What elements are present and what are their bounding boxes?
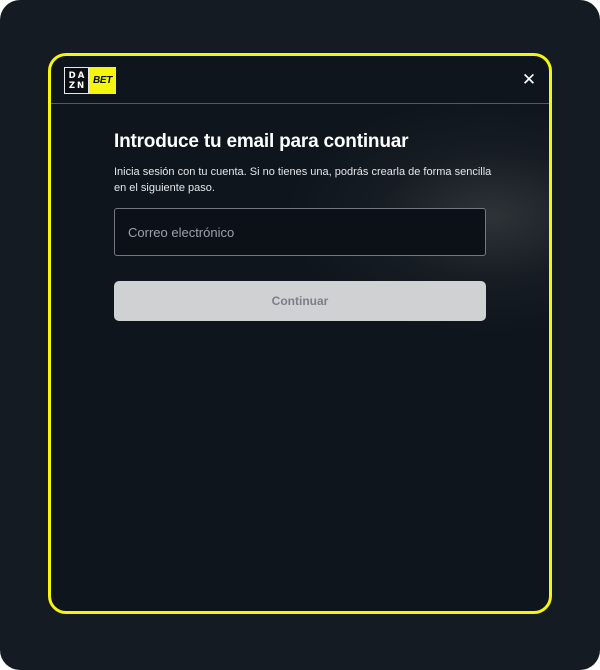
modal-header: DA ZN BET ✕ [51, 56, 549, 104]
continue-button[interactable]: Continuar [114, 281, 486, 321]
email-field[interactable] [114, 208, 486, 256]
dazn-logo: DA ZN [64, 67, 89, 94]
page-subtitle: Inicia sesión con tu cuenta. Si no tiene… [114, 166, 492, 194]
close-icon[interactable]: ✕ [519, 70, 539, 90]
login-modal: DA ZN BET ✕ Introduce tu email para cont… [48, 53, 552, 614]
dazn-logo-line1: DA [68, 70, 87, 81]
dazn-logo-line2: ZN [68, 80, 87, 91]
page-title: Introduce tu email para continuar [114, 131, 409, 152]
page-background: DA ZN BET ✕ Introduce tu email para cont… [0, 0, 600, 670]
bet-logo: BET [89, 67, 116, 94]
dazn-bet-logo: DA ZN BET [64, 67, 116, 94]
